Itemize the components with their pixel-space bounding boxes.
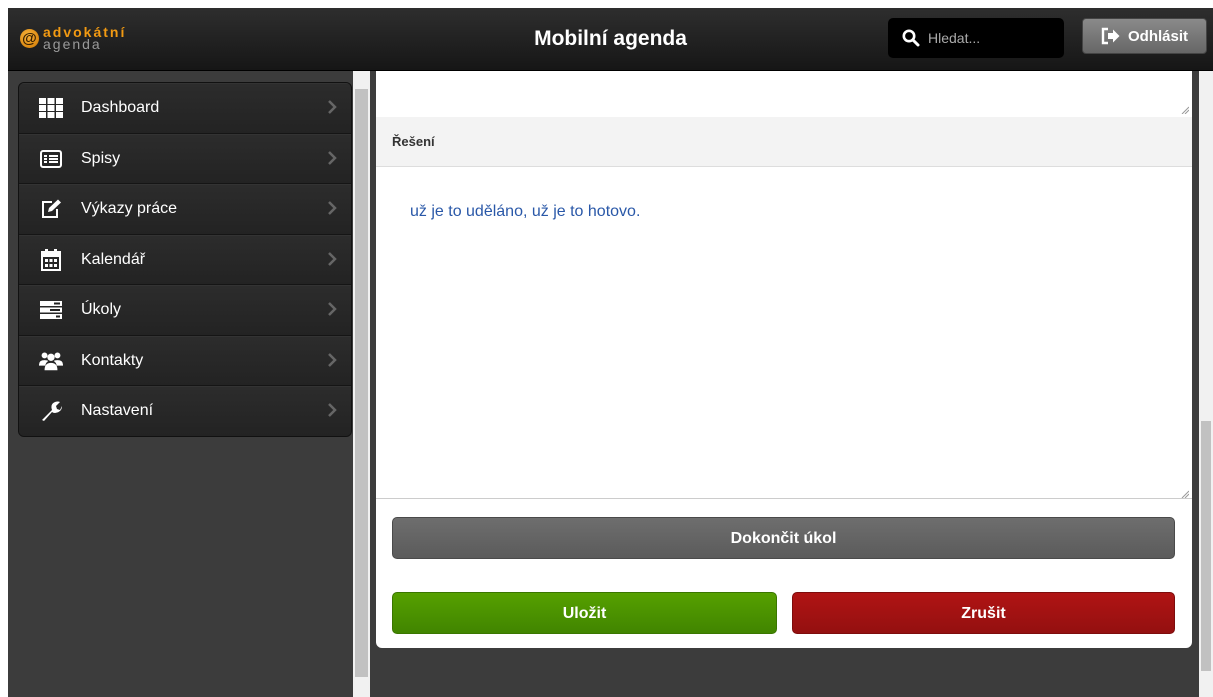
sidebar-item-label: Spisy: [81, 149, 121, 167]
main-scrollbar-thumb[interactable]: [1201, 421, 1211, 671]
sidebar-scrollbar[interactable]: [353, 71, 370, 697]
save-button[interactable]: Uložit: [392, 592, 777, 634]
logout-label: Odhlásit: [1127, 27, 1188, 45]
tasks-icon: [39, 299, 63, 321]
resize-grip-icon[interactable]: [1181, 106, 1189, 114]
resolution-textarea[interactable]: už je to uděláno, už je to hotovo.: [376, 167, 1192, 499]
chevron-right-icon: [328, 150, 337, 165]
search-box[interactable]: [888, 18, 1064, 58]
sidebar-item-label: Nastavení: [81, 402, 154, 420]
grid-icon: [39, 97, 63, 119]
sidebar-item-label: Úkoly: [81, 301, 122, 319]
finish-task-button[interactable]: Dokončit úkol: [392, 517, 1175, 559]
chevron-right-icon: [328, 100, 337, 114]
sidebar-nav: Dashboard Spisy Výkazy práce Kalendář Úk…: [18, 82, 352, 437]
main-scrollbar[interactable]: [1199, 71, 1213, 697]
sidebar-item-label: Kalendář: [81, 250, 146, 268]
sidebar-item-kontakty[interactable]: Kontakty: [19, 335, 351, 386]
resize-grip-icon[interactable]: [1181, 490, 1189, 498]
search-icon: [902, 29, 920, 47]
chevron-right-icon: [328, 403, 337, 417]
chevron-right-icon: [328, 251, 337, 266]
sidebar-item-vykazy-prace[interactable]: Výkazy práce: [19, 184, 351, 235]
sidebar-item-kalendar[interactable]: Kalendář: [19, 234, 351, 285]
list-icon: [39, 148, 63, 170]
previous-textarea[interactable]: [376, 71, 1192, 118]
logout-button[interactable]: Odhlásit: [1082, 18, 1207, 54]
sidebar-item-label: Výkazy práce: [81, 200, 178, 218]
edit-icon: [39, 198, 63, 220]
sidebar-item-label: Kontakty: [81, 351, 144, 369]
logout-icon: [1101, 27, 1120, 45]
wrench-icon: [39, 400, 63, 422]
calendar-icon: [39, 248, 63, 271]
sidebar-item-nastaveni[interactable]: Nastavení: [19, 386, 351, 436]
sidebar-scrollbar-thumb[interactable]: [355, 89, 368, 677]
sidebar-item-spisy[interactable]: Spisy: [19, 133, 351, 184]
sidebar-item-ukoly[interactable]: Úkoly: [19, 285, 351, 336]
sidebar-item-dashboard[interactable]: Dashboard: [19, 83, 351, 134]
sidebar: Dashboard Spisy Výkazy práce Kalendář Úk…: [8, 71, 353, 697]
sidebar-item-label: Dashboard: [81, 99, 160, 117]
cancel-button[interactable]: Zrušit: [792, 592, 1175, 634]
app-header: @ advokátní agenda Mobilní agenda Odhlás…: [8, 8, 1213, 71]
users-icon: [39, 350, 63, 372]
section-title: Řešení: [376, 117, 1192, 167]
task-form-card: Řešení už je to uděláno, už je to hotovo…: [376, 71, 1192, 648]
chevron-right-icon: [328, 352, 337, 367]
chevron-right-icon: [328, 201, 337, 215]
search-input[interactable]: [926, 29, 1050, 47]
chevron-right-icon: [328, 302, 337, 316]
